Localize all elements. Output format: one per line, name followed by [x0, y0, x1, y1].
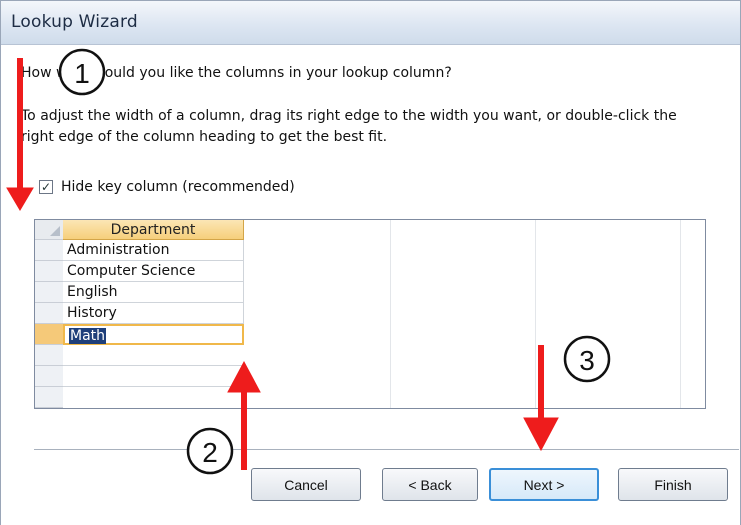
row-selector[interactable] [35, 387, 63, 408]
instruction-text-line1: To adjust the width of a column, drag it… [21, 108, 677, 124]
row-selector[interactable] [35, 345, 63, 366]
wizard-body: How wide would you like the columns in y… [1, 45, 740, 525]
row-selector[interactable] [35, 240, 63, 261]
column-header-department[interactable]: Department [63, 220, 244, 240]
cancel-button[interactable]: Cancel [251, 468, 361, 501]
row-selector-column [35, 220, 63, 408]
row-selector[interactable] [35, 282, 63, 303]
select-all-corner[interactable] [35, 220, 63, 240]
row-selector[interactable] [35, 366, 63, 387]
question-text: How wide would you like the columns in y… [21, 65, 452, 81]
checkmark-icon: ✓ [40, 180, 52, 194]
title-bar: Lookup Wizard [1, 1, 740, 45]
table-row[interactable]: English [63, 282, 244, 303]
table-row[interactable]: Computer Science [63, 261, 244, 282]
selected-cell-text: Math [69, 328, 107, 344]
window-title: Lookup Wizard [11, 12, 138, 32]
table-row-selected[interactable]: Math [63, 324, 244, 345]
row-selector[interactable] [35, 261, 63, 282]
next-button[interactable]: Next > [489, 468, 599, 501]
instruction-text-line2: right edge of the column heading to get … [21, 129, 388, 145]
hide-key-column-checkbox[interactable]: ✓ [39, 180, 53, 194]
table-row[interactable]: Administration [63, 240, 244, 261]
table-row-empty[interactable] [63, 366, 244, 387]
row-selector-current[interactable] [35, 324, 63, 345]
back-button[interactable]: < Back [382, 468, 478, 501]
hide-key-column-label[interactable]: Hide key column (recommended) [61, 179, 295, 195]
hide-key-column-option[interactable]: ✓ Hide key column (recommended) [39, 179, 295, 195]
button-separator [34, 449, 739, 451]
finish-button[interactable]: Finish [618, 468, 728, 501]
table-row[interactable]: History [63, 303, 244, 324]
row-selector[interactable] [35, 303, 63, 324]
table-row-empty[interactable] [63, 345, 244, 366]
column-width-grid[interactable]: Department Administration Computer Scien… [34, 219, 706, 409]
lookup-wizard-window: Lookup Wizard How wide would you like th… [0, 0, 741, 525]
